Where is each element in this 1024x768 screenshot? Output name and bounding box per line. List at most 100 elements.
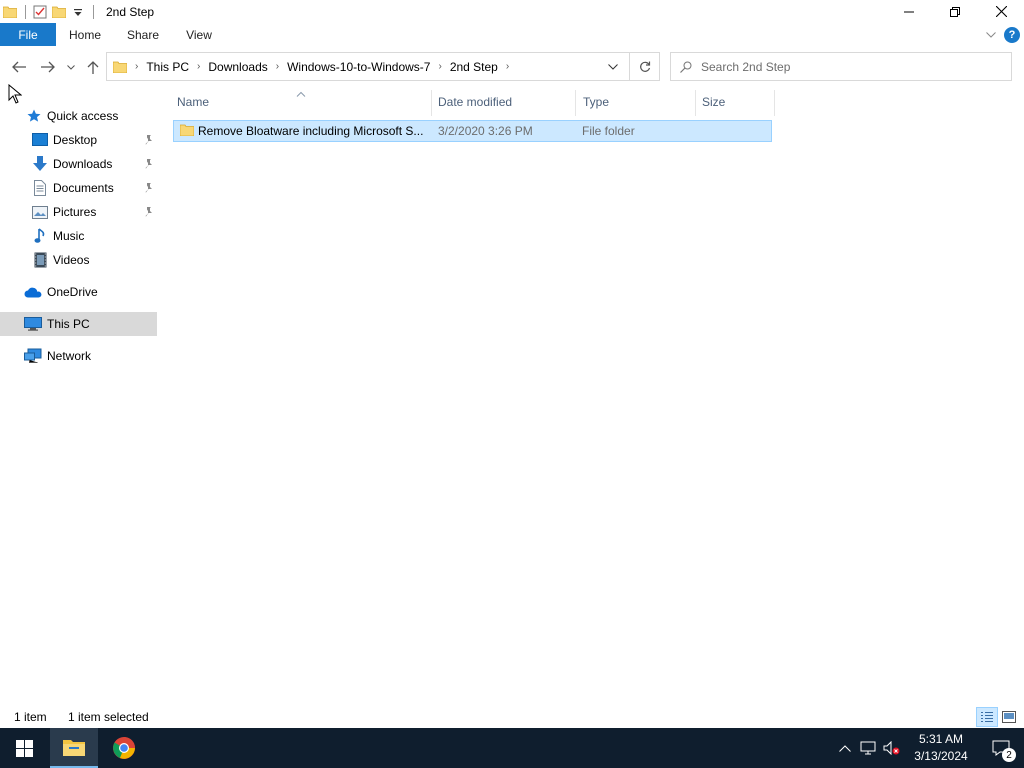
- customize-qat-icon[interactable]: [70, 4, 86, 20]
- breadcrumb-2nd-step[interactable]: 2nd Step: [450, 60, 498, 74]
- mouse-cursor-icon: [8, 83, 23, 107]
- breadcrumb-downloads[interactable]: Downloads: [208, 60, 267, 74]
- volume-muted-icon[interactable]: [880, 728, 904, 768]
- restore-button[interactable]: [932, 0, 978, 23]
- new-folder-icon[interactable]: [51, 4, 67, 20]
- sidebar-item-label: Quick access: [47, 109, 119, 123]
- column-divider[interactable]: [695, 90, 696, 116]
- sort-ascending-icon: [296, 86, 306, 97]
- title-bar: 2nd Step: [0, 0, 1024, 23]
- ribbon-controls: ?: [982, 26, 1020, 44]
- breadcrumb-this-pc[interactable]: This PC: [146, 60, 189, 74]
- sidebar-item-label: Music: [53, 229, 85, 243]
- chevron-right-icon[interactable]: ›: [506, 61, 509, 72]
- navigation-pane: Quick access Desktop Downloads Documents: [0, 86, 157, 706]
- downloads-icon: [32, 156, 48, 172]
- start-button[interactable]: [0, 728, 48, 768]
- search-input[interactable]: [701, 59, 1001, 74]
- status-bar: 1 item 1 item selected: [0, 706, 1024, 728]
- breadcrumb-windows-10-to-windows-7[interactable]: Windows-10-to-Windows-7: [287, 60, 430, 74]
- chevron-right-icon[interactable]: ›: [135, 61, 138, 72]
- refresh-button[interactable]: [629, 53, 659, 80]
- file-explorer-icon: [63, 740, 85, 756]
- chevron-right-icon[interactable]: ›: [276, 61, 279, 72]
- pin-icon[interactable]: [143, 134, 153, 148]
- network-status-icon[interactable]: [856, 728, 880, 768]
- close-button[interactable]: [978, 0, 1024, 23]
- sidebar-item-label: Documents: [53, 181, 114, 195]
- column-divider[interactable]: [431, 90, 432, 116]
- tab-file[interactable]: File: [0, 23, 56, 46]
- file-row[interactable]: Remove Bloatware including Microsoft S..…: [173, 120, 772, 142]
- large-icons-view-icon[interactable]: [998, 707, 1020, 727]
- sidebar-item-this-pc[interactable]: This PC: [0, 312, 157, 336]
- column-divider[interactable]: [575, 90, 576, 116]
- sidebar-item-pictures[interactable]: Pictures: [0, 200, 157, 224]
- address-bar[interactable]: › This PC › Downloads › Windows-10-to-Wi…: [106, 52, 660, 81]
- chevron-right-icon[interactable]: ›: [197, 61, 200, 72]
- file-type: File folder: [582, 124, 635, 138]
- sidebar-item-network[interactable]: Network: [0, 344, 157, 368]
- sidebar-item-label: Desktop: [53, 133, 98, 147]
- videos-icon: [32, 252, 48, 268]
- recent-locations-button[interactable]: [64, 58, 78, 76]
- pin-icon[interactable]: [143, 206, 153, 220]
- forward-button[interactable]: [39, 58, 57, 76]
- column-header-type[interactable]: Type: [583, 90, 609, 114]
- search-icon: [671, 53, 701, 80]
- tab-share[interactable]: Share: [114, 23, 172, 46]
- up-button[interactable]: [84, 58, 102, 76]
- details-view-icon[interactable]: [976, 707, 998, 727]
- folder-icon: [179, 124, 196, 138]
- windows-logo-icon: [15, 739, 33, 757]
- desktop-icon: [32, 132, 48, 148]
- address-dropdown-button[interactable]: [601, 53, 625, 80]
- folder-icon: [113, 61, 127, 73]
- pin-icon[interactable]: [143, 182, 153, 196]
- minimize-button[interactable]: [886, 0, 932, 23]
- chevron-right-icon[interactable]: ›: [438, 61, 441, 72]
- ribbon-tabs: File Home Share View ?: [0, 23, 1024, 46]
- properties-icon[interactable]: [32, 4, 48, 20]
- column-header-size[interactable]: Size: [702, 90, 725, 114]
- clock-date: 3/13/2024: [914, 749, 968, 763]
- sidebar-item-label: OneDrive: [47, 285, 98, 299]
- column-header-date-modified[interactable]: Date modified: [438, 90, 512, 114]
- taskbar-file-explorer[interactable]: [50, 728, 98, 768]
- column-header-name[interactable]: Name: [177, 90, 209, 114]
- clock[interactable]: 5:31 AM 3/13/2024: [904, 731, 978, 765]
- taskbar-chrome[interactable]: [100, 728, 148, 768]
- sidebar-item-videos[interactable]: Videos: [0, 248, 157, 272]
- help-button[interactable]: ?: [1004, 27, 1020, 43]
- back-button[interactable]: [10, 58, 28, 76]
- tab-view[interactable]: View: [172, 23, 226, 46]
- quick-access-toolbar: [0, 0, 100, 23]
- this-pc-icon: [24, 316, 42, 332]
- sidebar-item-documents[interactable]: Documents: [0, 176, 157, 200]
- breadcrumb: › This PC › Downloads › Windows-10-to-Wi…: [107, 53, 511, 80]
- qat-separator: [25, 4, 26, 19]
- notification-count-badge: 2: [1002, 748, 1016, 762]
- column-divider[interactable]: [774, 90, 775, 116]
- item-count: 1 item: [14, 710, 47, 724]
- taskbar: 5:31 AM 3/13/2024 2: [0, 728, 1024, 768]
- expand-ribbon-icon[interactable]: [982, 26, 1000, 44]
- sidebar-item-quick-access[interactable]: Quick access: [0, 104, 157, 128]
- star-icon: [26, 108, 42, 124]
- sidebar-item-label: This PC: [47, 317, 90, 331]
- action-center-button[interactable]: 2: [978, 728, 1024, 768]
- sidebar-item-desktop[interactable]: Desktop: [0, 128, 157, 152]
- sidebar-item-label: Network: [47, 349, 92, 363]
- tab-home[interactable]: Home: [56, 23, 114, 46]
- sidebar-item-downloads[interactable]: Downloads: [0, 152, 157, 176]
- pin-icon[interactable]: [143, 158, 153, 172]
- search-box[interactable]: [670, 52, 1012, 81]
- system-tray: 5:31 AM 3/13/2024 2: [834, 728, 1024, 768]
- sidebar-item-music[interactable]: Music: [0, 224, 157, 248]
- sidebar-item-label: Videos: [53, 253, 90, 267]
- clock-time: 5:31 AM: [918, 732, 964, 746]
- sidebar-item-onedrive[interactable]: OneDrive: [0, 280, 157, 304]
- show-hidden-icons-button[interactable]: [834, 728, 856, 768]
- documents-icon: [32, 180, 48, 196]
- pictures-icon: [32, 204, 48, 220]
